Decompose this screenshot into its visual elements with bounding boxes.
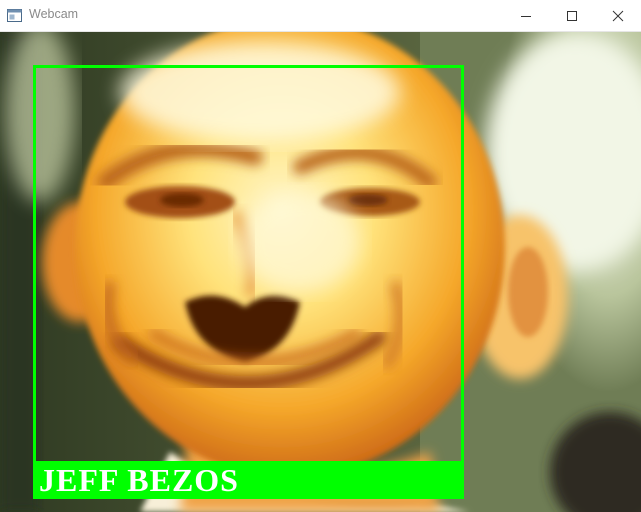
webcam-window: Webcam JEFF BEZOS	[0, 0, 641, 512]
maximize-icon	[567, 10, 577, 21]
window-app-icon	[7, 9, 22, 22]
title-bar[interactable]: Webcam	[0, 0, 641, 32]
minimize-button[interactable]	[503, 0, 549, 31]
maximize-button[interactable]	[549, 0, 595, 31]
face-name-label: JEFF BEZOS	[39, 462, 239, 498]
minimize-icon	[521, 15, 531, 17]
window-title: Webcam	[29, 7, 79, 21]
face-detection-box	[33, 65, 464, 499]
webcam-feed: JEFF BEZOS	[0, 32, 641, 512]
face-label-bar: JEFF BEZOS	[33, 461, 464, 498]
close-icon	[612, 10, 624, 21]
close-button[interactable]	[595, 0, 641, 31]
